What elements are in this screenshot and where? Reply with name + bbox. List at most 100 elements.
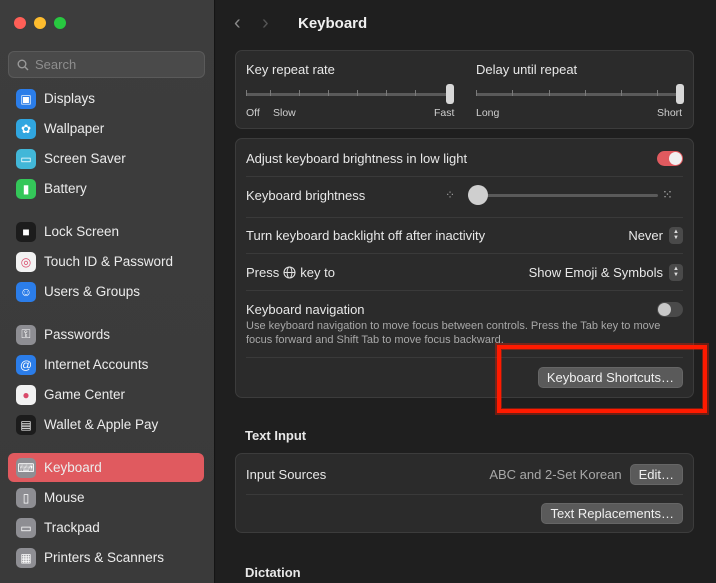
sidebar-item-users-groups[interactable]: ☺ Users & Groups [8,277,204,306]
brightness-high-icon: ⁙ [662,187,673,202]
sidebar-item-passwords[interactable]: ⚿ Passwords [8,320,204,349]
sidebar-item-displays[interactable]: ▣ Displays [8,84,204,113]
window-controls [14,17,66,29]
key-repeat-panel: Key repeat rate Delay until repeat Off S… [235,50,694,129]
sidebar-item-label: Wallet & Apple Pay [44,417,159,432]
game-center-icon: ● [16,384,36,405]
sidebar-item-trackpad[interactable]: ▭ Trackpad [8,513,204,542]
text-replacements-button[interactable]: Text Replacements… [541,503,683,524]
backlight-off-row: Turn keyboard backlight off after inacti… [246,224,683,246]
adjust-brightness-label: Adjust keyboard brightness in low light [246,150,468,166]
back-chevron-icon[interactable]: ‹ [234,12,262,35]
keyboard-navigation-row: Keyboard navigation [246,298,683,320]
search-icon [17,59,29,70]
sidebar-item-label: Screen Saver [44,151,126,166]
popup-stepper-icon: ▲ ▼ [669,263,683,281]
sidebar: ▣ Displays ✿ Wallpaper ▭ Screen Saver ▮ Battery… [0,0,215,583]
close-window-button[interactable] [14,17,26,29]
page-title: Keyboard [298,15,368,32]
brightness-low-icon: ⁘ [445,188,456,202]
delay-repeat-label: Delay until repeat [476,62,578,77]
press-globe-key-row: Press key to Show Emoji & Symbols ▲ ▼ [246,261,683,283]
sidebar-item-label: Internet Accounts [44,357,149,372]
sidebar-item-label: Mouse [44,490,85,505]
zoom-window-button[interactable] [54,17,66,29]
delay-repeat-slider-knob[interactable] [676,84,684,104]
text-input-section-title: Text Input [245,428,307,443]
key-repeat-fast-label: Fast [434,107,455,119]
press-label-before: Press [246,264,280,280]
search-input[interactable] [35,57,185,72]
sidebar-item-lock-screen[interactable]: ■ Lock Screen [8,217,204,246]
keyboard-shortcuts-button[interactable]: Keyboard Shortcuts… [537,367,683,388]
sidebar-item-label: Battery [44,181,87,196]
at-icon: @ [16,354,36,375]
search-box[interactable] [8,51,205,78]
sidebar-item-label: Game Center [44,387,126,402]
backlight-off-label: Turn keyboard backlight off after inacti… [246,227,486,243]
delay-long-label: Long [476,107,500,119]
sidebar-item-label: Touch ID & Password [44,254,174,269]
sidebar-item-label: Printers & Scanners [44,550,165,565]
battery-icon: ▮ [16,178,36,199]
keyboard-navigation-toggle[interactable] [657,301,683,317]
globe-icon [283,265,296,279]
backlight-off-popup[interactable]: Never ▲ ▼ [628,226,683,244]
sidebar-item-screen-saver[interactable]: ▭ Screen Saver [8,144,204,173]
sidebar-item-wallet-apple-pay[interactable]: ▤ Wallet & Apple Pay [8,410,204,439]
keyboard-navigation-description: Use keyboard navigation to move focus be… [246,320,661,346]
key-repeat-off-label: Off [246,107,260,119]
sidebar-item-label: Lock Screen [44,224,120,239]
lock-icon: ■ [16,221,36,242]
press-globe-key-label: Press key to [246,265,335,280]
sidebar-item-touch-id-password[interactable]: ◎ Touch ID & Password [8,247,204,276]
sidebar-item-label: Displays [44,91,96,106]
sidebar-item-printers-scanners[interactable]: ▦ Printers & Scanners [8,543,204,572]
fingerprint-icon: ◎ [16,251,36,272]
sidebar-item-label: Keyboard [44,460,102,475]
dictation-section-title: Dictation [245,565,301,580]
adjust-brightness-row: Adjust keyboard brightness in low light [246,147,683,169]
delay-short-label: Short [657,107,683,119]
text-input-panel: Input Sources ABC and 2-Set Korean Edit…… [235,453,694,533]
sidebar-item-label: Users & Groups [44,284,141,299]
adjust-brightness-toggle[interactable] [657,150,683,166]
press-globe-key-value: Show Emoji & Symbols [528,264,663,280]
minimize-window-button[interactable] [34,17,46,29]
sidebar-item-mouse[interactable]: ▯ Mouse [8,483,204,512]
key-repeat-slow-label: Slow [273,107,296,119]
backlight-off-value: Never [628,227,663,243]
key-repeat-label: Key repeat rate [246,62,335,77]
sidebar-item-label: Passwords [44,327,111,342]
main-pane: ‹ › Keyboard Key repeat rate Delay until… [216,0,716,583]
wallet-icon: ▤ [16,414,36,435]
keyboard-settings-panel: Adjust keyboard brightness in low light … [235,138,694,398]
sidebar-item-label: Wallpaper [44,121,105,136]
keyboard-icon: ⌨ [16,457,36,478]
input-sources-row: Input Sources ABC and 2-Set Korean Edit… [246,462,683,486]
sidebar-item-keyboard[interactable]: ⌨ Keyboard [8,453,204,482]
input-sources-edit-button[interactable]: Edit… [629,463,683,485]
trackpad-icon: ▭ [16,517,36,538]
press-globe-key-popup[interactable]: Show Emoji & Symbols ▲ ▼ [528,263,683,281]
sidebar-item-internet-accounts[interactable]: @ Internet Accounts [8,350,204,379]
users-icon: ☺ [16,281,36,302]
keyboard-brightness-label: Keyboard brightness [246,187,366,203]
sidebar-item-label: Trackpad [44,520,100,535]
popup-stepper-icon: ▲ ▼ [669,226,683,244]
keyboard-navigation-label: Keyboard navigation [246,301,365,317]
input-sources-label: Input Sources [246,466,327,482]
displays-icon: ▣ [16,88,36,109]
printer-icon: ▦ [16,547,36,568]
sidebar-item-game-center[interactable]: ● Game Center [8,380,204,409]
forward-chevron-icon[interactable]: › [262,12,290,35]
key-icon: ⚿ [16,324,36,345]
key-repeat-slider-knob[interactable] [446,84,454,104]
screen-saver-icon: ▭ [16,148,36,169]
sidebar-item-battery[interactable]: ▮ Battery [8,174,204,203]
mouse-icon: ▯ [16,487,36,508]
input-sources-value: ABC and 2-Set Korean [489,466,622,482]
keyboard-brightness-knob[interactable] [468,185,488,205]
sidebar-item-wallpaper[interactable]: ✿ Wallpaper [8,114,204,143]
toolbar: ‹ › Keyboard [234,12,367,35]
